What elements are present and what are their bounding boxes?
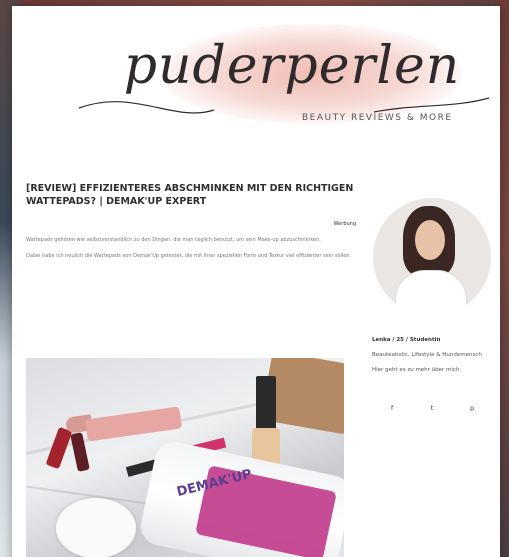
post-body: Werbung Wattepads gehören wie selbstvers… — [26, 220, 356, 261]
post-title[interactable]: [REVIEW] EFFIZIENTERES ABSCHMINKEN MIT D… — [26, 182, 356, 208]
twitter-icon[interactable]: t — [414, 405, 450, 412]
makeup-brush — [84, 406, 183, 442]
social-pinterest[interactable]: p — [454, 405, 490, 418]
avatar-face — [415, 220, 445, 260]
pinterest-icon[interactable]: p — [454, 405, 490, 412]
author-description: Beauteaholic, Lifestyle & Hundemensch — [372, 352, 482, 358]
author-name: Lenka / 25 / Studentin — [372, 337, 441, 343]
foundation-cap — [256, 376, 276, 436]
post-paragraph: Dabei habe ich neulich die Wattepads von… — [26, 253, 352, 259]
avatar-body — [395, 270, 467, 316]
blog-header: puderperlen BEAUTY REVIEWS & MORE — [12, 6, 500, 156]
social-twitter[interactable]: t — [414, 405, 450, 418]
author-avatar — [373, 198, 491, 316]
blog-post: [REVIEW] EFFIZIENTERES ABSCHMINKEN MIT D… — [26, 182, 356, 268]
blog-page: puderperlen BEAUTY REVIEWS & MORE [REVIE… — [12, 6, 500, 557]
author-more-link[interactable]: Hier geht es zu mehr über mich. — [372, 366, 492, 375]
post-hero-image[interactable]: DEMAK'UP — [26, 358, 344, 557]
facebook-icon[interactable]: f — [374, 405, 410, 412]
post-disclaimer: Werbung — [333, 221, 356, 227]
cotton-pad — [56, 498, 136, 557]
social-links: f t p — [372, 405, 492, 418]
post-paragraph: Wattepads gehören wie selbstverständlich… — [26, 237, 321, 243]
blog-tagline: BEAUTY REVIEWS & MORE — [302, 113, 453, 123]
sidebar: Lenka / 25 / Studentin Beauteaholic, Lif… — [372, 182, 492, 418]
social-facebook[interactable]: f — [374, 405, 410, 418]
author-bio: Lenka / 25 / Studentin Beauteaholic, Lif… — [372, 336, 492, 375]
